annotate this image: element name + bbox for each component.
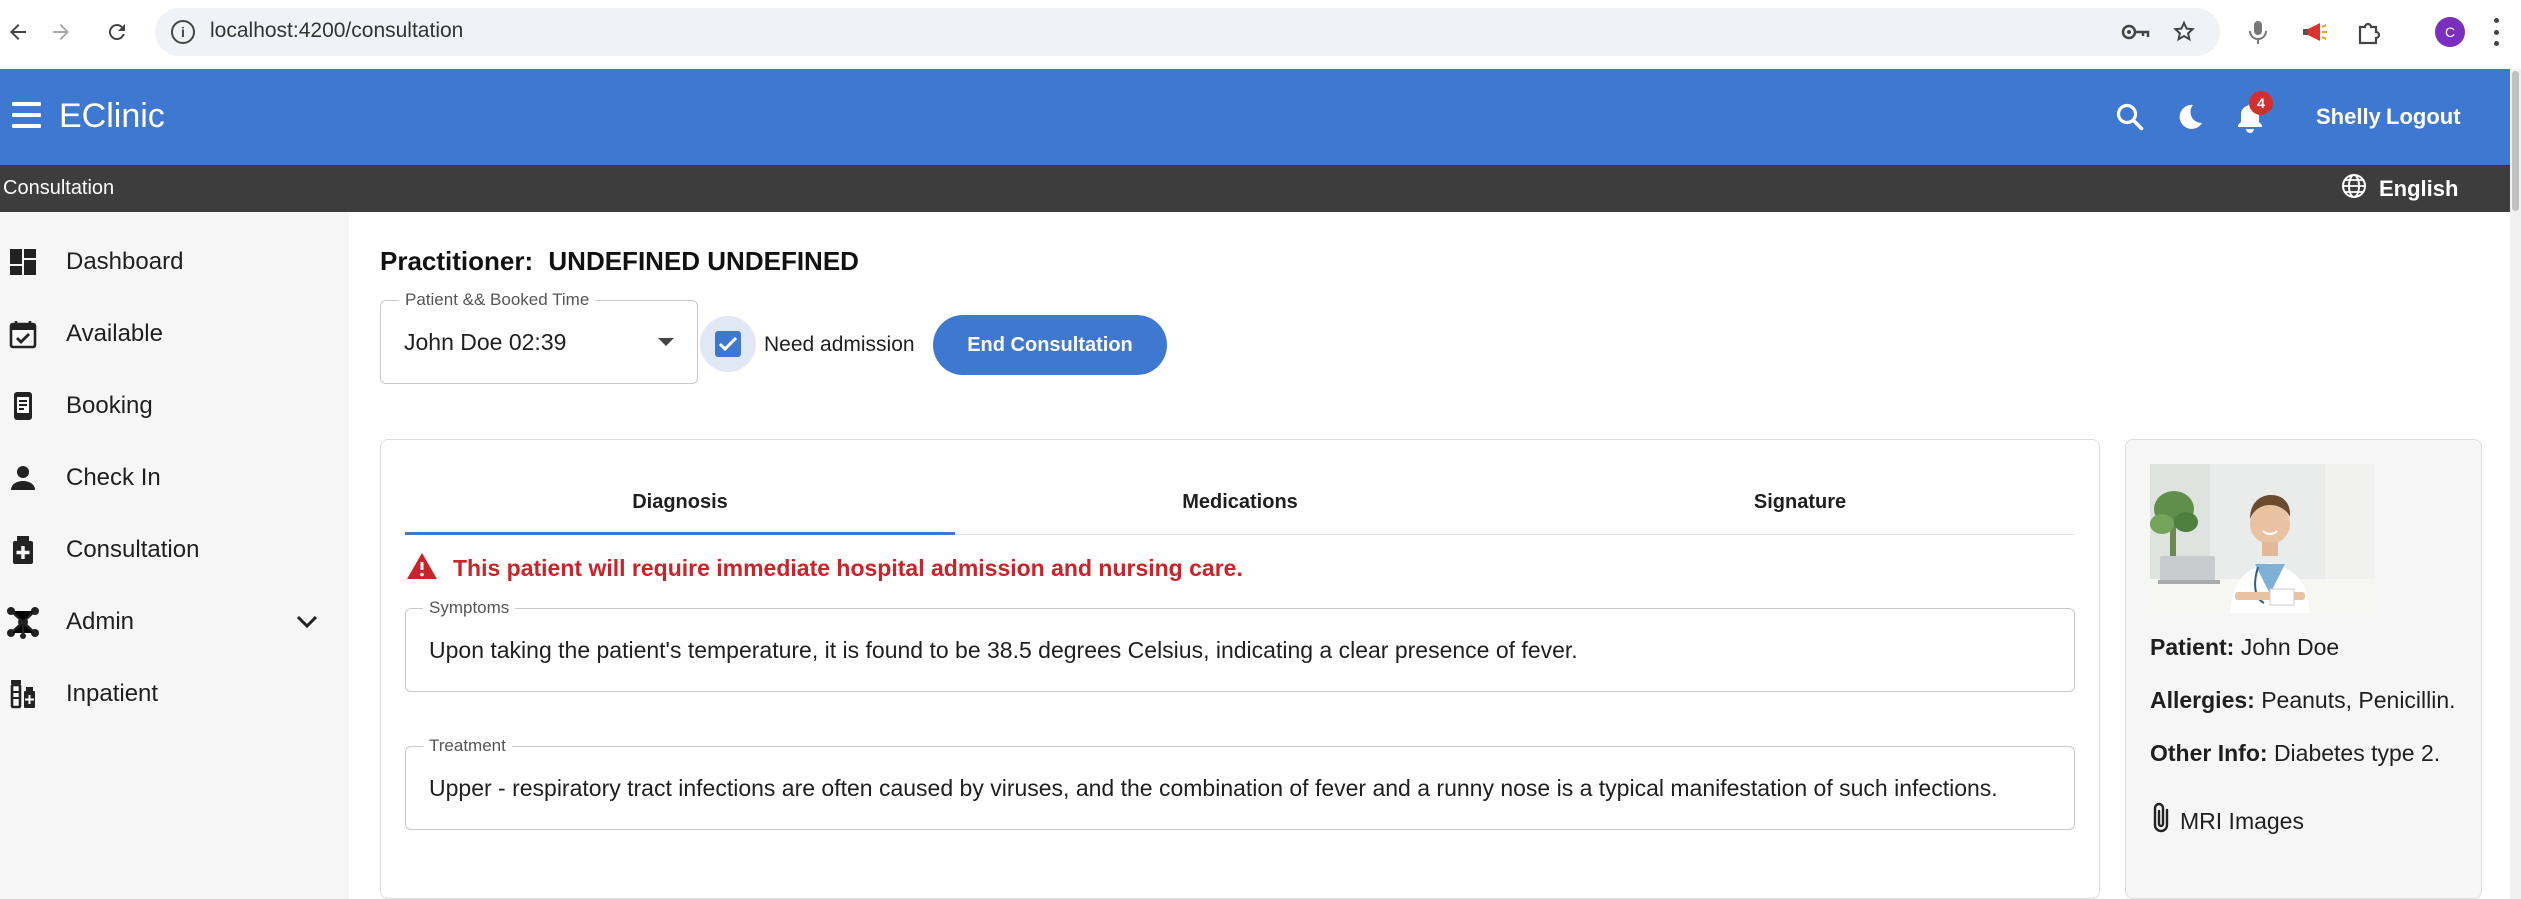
megaphone-extension-icon[interactable] — [2296, 14, 2332, 50]
treatment-label: Treatment — [423, 736, 512, 756]
practitioner-heading: Practitioner: UNDEFINED UNDEFINED — [380, 246, 859, 277]
other-info-row: Other Info: Diabetes type 2. — [2150, 740, 2440, 767]
sidebar-item-inpatient[interactable]: Inpatient — [0, 663, 349, 725]
page-title-bar: Consultation English — [0, 165, 2510, 212]
tab-diagnosis[interactable]: Diagnosis — [405, 470, 955, 534]
sidebar-item-label: Dashboard — [66, 248, 184, 275]
profile-avatar[interactable]: C — [2435, 17, 2465, 47]
sidebar-item-admin[interactable]: Admin — [0, 591, 349, 653]
vaccine-icon — [6, 677, 40, 711]
treatment-value: Upper - respiratory tract infections are… — [429, 775, 1998, 801]
page-title: Consultation — [3, 177, 115, 199]
sidebar-item-label: Available — [66, 320, 163, 347]
patient-select-value: John Doe 02:39 — [404, 329, 567, 355]
logout-link[interactable]: Logout — [2386, 104, 2461, 130]
patient-name-row: Patient: John Doe — [2150, 634, 2339, 661]
end-consultation-button[interactable]: End Consultation — [933, 315, 1167, 375]
symptoms-label: Symptoms — [423, 598, 516, 618]
allergies-value: Peanuts, Penicillin. — [2261, 687, 2456, 713]
dark-mode-moon-icon[interactable] — [2170, 97, 2210, 137]
microphone-icon[interactable] — [2240, 14, 2276, 50]
globe-icon — [2341, 173, 2367, 205]
tab-signature[interactable]: Signature — [1525, 470, 2075, 534]
extensions-puzzle-icon[interactable] — [2351, 14, 2387, 50]
sidebar-item-available[interactable]: Available — [0, 303, 349, 365]
mri-images-link[interactable]: MRI Images — [2150, 801, 2304, 841]
page-scrollbar-thumb[interactable] — [2512, 71, 2519, 211]
dropdown-arrow-icon[interactable] — [658, 338, 674, 346]
notification-badge: 4 — [2249, 91, 2273, 115]
admission-alert: This patient will require immediate hosp… — [453, 555, 1243, 581]
symptoms-value: Upon taking the patient's temperature, i… — [429, 637, 1578, 663]
menu-icon[interactable] — [12, 102, 44, 128]
bookmark-star-icon[interactable] — [2168, 16, 2200, 48]
allergies-row: Allergies: Peanuts, Penicillin. — [2150, 687, 2456, 714]
sidebar-item-label: Admin — [66, 608, 135, 635]
patient-label: Patient: — [2150, 634, 2235, 660]
need-admission-label: Need admission — [764, 333, 915, 356]
sidebar-item-label: Check In — [66, 464, 161, 491]
hub-icon — [6, 605, 40, 639]
person-icon — [6, 461, 40, 495]
app-toolbar: EClinic 4 Shelly Logout — [0, 69, 2510, 165]
practitioner-name: UNDEFINED UNDEFINED — [548, 246, 859, 276]
dashboard-icon — [6, 245, 40, 279]
calendar-check-icon — [6, 317, 40, 351]
password-key-icon[interactable] — [2120, 16, 2152, 48]
sidebar-item-booking[interactable]: Booking — [0, 375, 349, 437]
sidebar-item-label: Booking — [66, 392, 153, 419]
address-bar[interactable]: i localhost:4200/consultation — [155, 8, 2220, 56]
url-text: localhost:4200/consultation — [210, 19, 464, 42]
user-name: Shelly — [2316, 104, 2381, 129]
other-info-label: Other Info: — [2150, 740, 2268, 766]
patient-select-label: Patient && Booked Time — [399, 290, 596, 310]
other-info-value: Diabetes type 2. — [2273, 740, 2441, 766]
practitioner-label: Practitioner: — [380, 246, 534, 276]
reload-icon[interactable] — [99, 14, 135, 50]
active-tab-indicator — [405, 532, 955, 535]
allergies-label: Allergies: — [2150, 687, 2255, 713]
medical-kit-icon — [6, 533, 40, 567]
sidebar-item-dashboard[interactable]: Dashboard — [0, 231, 349, 293]
attachment-paperclip-icon — [2150, 801, 2174, 841]
back-icon[interactable] — [0, 14, 36, 50]
site-info-icon[interactable]: i — [171, 20, 195, 44]
warning-icon — [405, 551, 439, 581]
browser-chrome: i localhost:4200/consultation C — [0, 0, 2521, 69]
patient-value: John Doe — [2240, 634, 2340, 660]
sidebar-item-label: Inpatient — [66, 680, 159, 707]
sidebar-item-label: Consultation — [66, 536, 200, 563]
booking-phone-icon — [6, 389, 40, 423]
language-selector[interactable]: English — [2341, 173, 2459, 205]
need-admission-checkbox[interactable] — [715, 331, 741, 357]
search-icon[interactable] — [2110, 97, 2150, 137]
language-label: English — [2379, 176, 2459, 201]
sidebar-item-check-in[interactable]: Check In — [0, 447, 349, 509]
sidebar: Dashboard Available Booking Check In Con… — [0, 212, 349, 899]
app-title: EClinic — [59, 97, 165, 135]
doctor-photo — [2150, 464, 2375, 613]
mri-images-label: MRI Images — [2180, 807, 2304, 834]
forward-icon[interactable] — [43, 14, 79, 50]
sidebar-item-consultation[interactable]: Consultation — [0, 519, 349, 581]
chevron-down-icon[interactable] — [293, 608, 321, 636]
tab-medications[interactable]: Medications — [965, 470, 1515, 534]
browser-menu-icon[interactable] — [2492, 18, 2500, 46]
